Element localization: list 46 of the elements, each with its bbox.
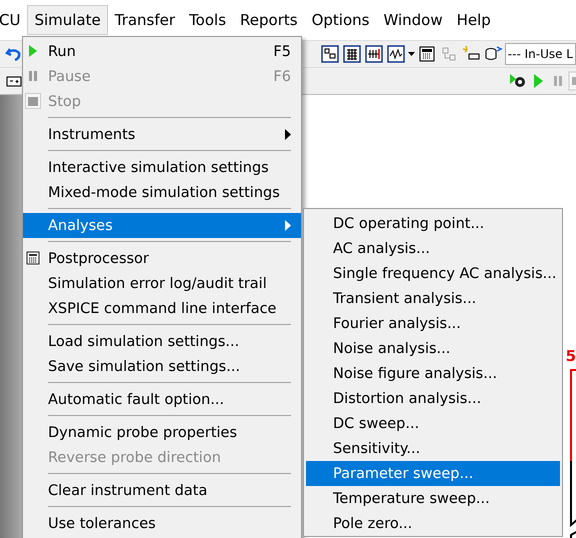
- stop-icon: [25, 93, 41, 109]
- menu-item[interactable]: Reports: [233, 5, 305, 35]
- menu-item[interactable]: Transfer: [108, 5, 182, 35]
- calculator-icon: [26, 251, 40, 265]
- in-use-list-dropdown[interactable]: --- In-Use L: [504, 43, 576, 65]
- menu-item[interactable]: Noise analysis...: [306, 336, 560, 361]
- menu-item[interactable]: Load simulation settings...: [23, 329, 301, 354]
- menu-item[interactable]: Use tolerances: [23, 511, 301, 536]
- menu-item[interactable]: Analyses: [23, 213, 301, 238]
- layout-icon[interactable]: [320, 44, 340, 64]
- menu-item[interactable]: Interactive simulation settings: [23, 155, 301, 180]
- menu-item[interactable]: Temperature sweep...: [306, 486, 560, 511]
- menu-item[interactable]: Save simulation settings...: [23, 354, 301, 379]
- menu-item[interactable]: Dynamic probe properties: [23, 420, 301, 445]
- menu-item[interactable]: Noise figure analysis...: [306, 361, 560, 386]
- menu-item[interactable]: Tools: [182, 5, 234, 35]
- waveform-icon[interactable]: [386, 44, 406, 64]
- menu-item[interactable]: XSPICE command line interface: [23, 296, 301, 321]
- menu-item[interactable]: Window: [376, 5, 450, 35]
- dropdown-arrow-icon[interactable]: [408, 52, 415, 56]
- menu-item[interactable]: Instruments: [23, 122, 301, 147]
- component-icon[interactable]: [364, 44, 384, 64]
- menu-item[interactable]: Single frequency AC analysis...: [306, 261, 560, 286]
- menu-item[interactable]: Clear instrument data: [23, 478, 301, 503]
- menu-item[interactable]: Sensitivity...: [306, 436, 560, 461]
- menu-item[interactable]: Simulate: [27, 5, 108, 35]
- net-label: 5: [566, 348, 576, 365]
- menu-item[interactable]: DC sweep...: [306, 411, 560, 436]
- menu-item[interactable]: Postprocessor: [23, 246, 301, 271]
- menu-item[interactable]: Help: [450, 5, 498, 35]
- menu-item[interactable]: Simulation error log/audit trail: [23, 271, 301, 296]
- menu-item[interactable]: Parameter sweep...: [306, 461, 560, 486]
- menu-item[interactable]: Mixed-mode simulation settings: [23, 180, 301, 205]
- menu-item[interactable]: Automatic fault option...: [23, 387, 301, 412]
- menu-item[interactable]: Options: [304, 5, 376, 35]
- menu-item[interactable]: Run F5: [23, 39, 301, 64]
- menu-item[interactable]: Fourier analysis...: [306, 311, 560, 336]
- grid-icon[interactable]: [342, 44, 362, 64]
- menu-item[interactable]: CU: [0, 5, 28, 35]
- pause-icon: [26, 69, 40, 83]
- menu-item[interactable]: DC operating point...: [306, 211, 560, 236]
- menu-item[interactable]: Distortion analysis...: [306, 386, 560, 411]
- menu-item[interactable]: Transient analysis...: [306, 286, 560, 311]
- calculator-icon[interactable]: [416, 44, 437, 64]
- menu-item[interactable]: AC analysis...: [306, 236, 560, 261]
- menu-item[interactable]: Pole zero...: [306, 511, 560, 536]
